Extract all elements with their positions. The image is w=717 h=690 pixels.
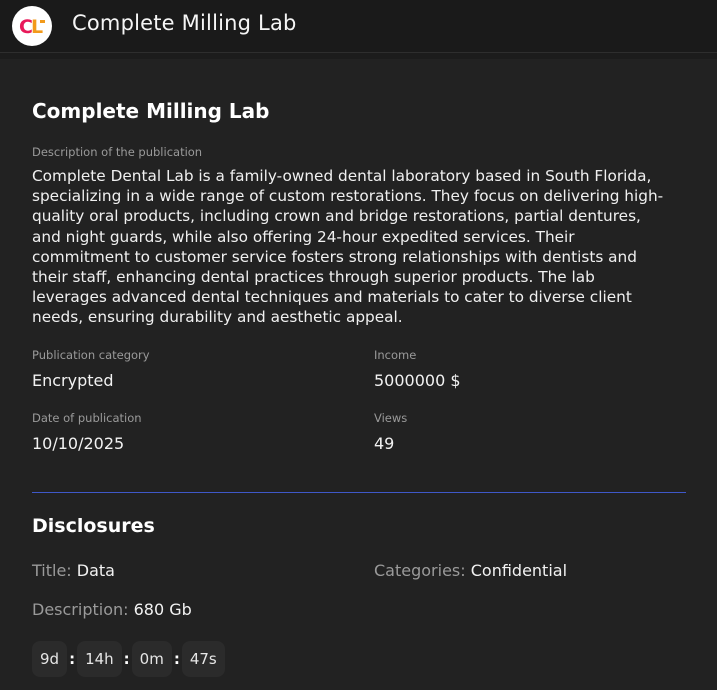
timer-days: 9d xyxy=(32,641,68,677)
category-value: Encrypted xyxy=(32,371,114,390)
income-label: Income xyxy=(374,348,417,362)
countdown-timer: 9d : 14h : 0m : 47s xyxy=(32,641,225,677)
app-title: Complete Milling Lab xyxy=(72,11,297,35)
svg-text:L: L xyxy=(31,16,43,38)
timer-hours: 14h xyxy=(77,641,122,677)
logo-icon: C L xyxy=(19,16,45,38)
views-label: Views xyxy=(374,411,408,425)
top-bar: C L Complete Milling Lab xyxy=(0,0,717,53)
timer-separator: : xyxy=(123,650,130,668)
section-divider xyxy=(32,492,686,493)
timer-separator: : xyxy=(173,650,180,668)
disclosure-title-label: Title: xyxy=(32,561,72,580)
category-label: Publication category xyxy=(32,348,150,362)
disclosure-categories-value: Confidential xyxy=(470,561,568,580)
disclosure-categories: Categories: Confidential xyxy=(374,561,567,580)
disclosure-title-value: Data xyxy=(76,561,115,580)
timer-minutes: 0m xyxy=(131,641,172,677)
disclosure-title: Title: Data xyxy=(32,561,115,580)
disclosure-description-value: 680 Gb xyxy=(133,600,192,619)
date-value: 10/10/2025 xyxy=(32,434,125,453)
views-value: 49 xyxy=(374,434,395,453)
company-logo[interactable]: C L xyxy=(12,6,52,46)
description-label: Description of the publication xyxy=(32,145,203,159)
publication-description: Complete Dental Lab is a family-owned de… xyxy=(32,167,664,327)
timer-seconds: 47s xyxy=(181,641,225,677)
disclosure-categories-label: Categories: xyxy=(374,561,466,580)
publication-card: Complete Milling Lab Description of the … xyxy=(0,59,717,690)
income-value: 5000000 $ xyxy=(374,371,461,390)
disclosure-description-label: Description: xyxy=(32,600,129,619)
date-label: Date of publication xyxy=(32,411,142,425)
disclosures-heading: Disclosures xyxy=(32,515,155,537)
timer-separator: : xyxy=(69,650,76,668)
disclosure-description: Description: 680 Gb xyxy=(32,600,192,619)
publication-title: Complete Milling Lab xyxy=(32,99,270,123)
